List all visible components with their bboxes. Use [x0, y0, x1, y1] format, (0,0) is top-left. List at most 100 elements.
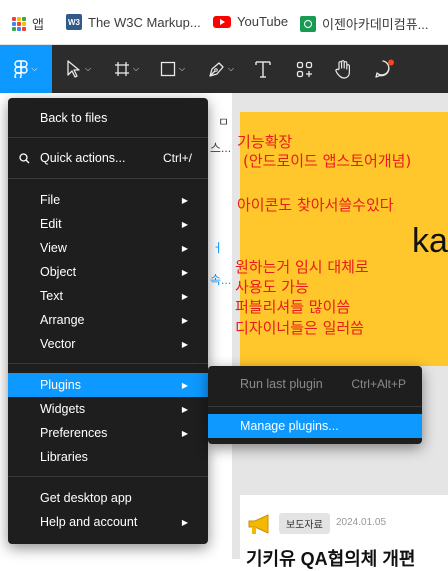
text-tool[interactable] [255, 45, 271, 93]
search-icon [19, 153, 30, 164]
hand-tool[interactable] [334, 45, 352, 93]
youtube-icon [213, 15, 231, 28]
pen-tool[interactable]: ⌵ [208, 45, 234, 93]
menu-divider [208, 406, 422, 407]
plugins-submenu: Run last plugin Ctrl+Alt+P Manage plugin… [208, 366, 422, 444]
pen-icon [209, 61, 224, 77]
menu-item-object[interactable]: Object ▶ [8, 260, 208, 284]
text-icon [255, 61, 271, 78]
menu-item-arrange[interactable]: Arrange ▶ [8, 308, 208, 332]
menu-item-label: Text [40, 289, 63, 303]
submenu-item-run-last-plugin[interactable]: Run last plugin Ctrl+Alt+P [208, 372, 422, 396]
menu-divider [8, 363, 208, 364]
canvas-note[interactable]: 퍼블리셔들 많이씀 [235, 296, 350, 317]
canvas-note[interactable]: 원하는거 임시 대체로 [235, 256, 369, 277]
bookmarks-bar: 앱 W3 The W3C Markup... YouTube 이젠아카데미컴퓨.… [0, 0, 448, 45]
menu-item-label: Get desktop app [40, 491, 132, 505]
move-tool[interactable]: ⌵ [66, 45, 91, 93]
menu-item-help-and-account[interactable]: Help and account ▶ [8, 510, 208, 534]
menu-item-text[interactable]: Text ▶ [8, 284, 208, 308]
canvas-note[interactable]: 아이콘도 찾아서쓸수있다 [237, 194, 394, 215]
menu-divider [8, 476, 208, 477]
news-title: 기키유 QA협의체 개편 [246, 549, 416, 569]
menu-item-desktop-app[interactable]: Get desktop app [8, 486, 208, 510]
canvas-note[interactable]: 기능확장 [237, 131, 292, 152]
menu-item-label: Help and account [40, 515, 138, 529]
menu-item-back-to-files[interactable]: Back to files [8, 106, 208, 130]
submenu-item-manage-plugins[interactable]: Manage plugins... [208, 414, 422, 438]
submenu-item-label: Run last plugin [240, 377, 323, 391]
menu-divider [8, 137, 208, 138]
bookmark-label: 이젠아카데미컴퓨... [322, 17, 429, 32]
comment-icon [375, 59, 394, 78]
bookmark-label: YouTube [237, 14, 289, 29]
menu-item-plugins[interactable]: Plugins ▶ [8, 373, 208, 397]
chevron-right-icon: ▶ [181, 339, 188, 349]
frame-icon [115, 62, 129, 76]
main-menu-button[interactable]: ⌵ [0, 45, 52, 93]
menu-divider [8, 178, 208, 179]
chevron-right-icon: ▶ [181, 315, 188, 325]
chevron-down-icon: ⌵ [179, 64, 186, 73]
chevron-right-icon: ▶ [181, 195, 188, 205]
brand-text: ka [412, 222, 448, 260]
bookmark-apps[interactable]: 앱 [12, 14, 44, 33]
chevron-right-icon: ▶ [181, 243, 188, 253]
frame-tool[interactable]: ⌵ [114, 45, 139, 93]
resources-tool[interactable] [296, 45, 313, 93]
panel-fragment: ㅁ [218, 115, 230, 129]
bookmark-label: The W3C Markup... [88, 14, 201, 30]
menu-item-label: Quick actions... [40, 151, 126, 165]
bookmark-label: 앱 [32, 17, 44, 32]
bookmark-w3c[interactable]: W3 The W3C Markup... [66, 14, 201, 30]
menu-item-edit[interactable]: Edit ▶ [8, 212, 208, 236]
canvas-note[interactable]: 사용도 가능 [235, 276, 309, 297]
chevron-right-icon: ▶ [181, 291, 188, 301]
menu-item-label: Object [40, 265, 77, 279]
menu-item-label: Libraries [40, 450, 88, 464]
resources-icon [296, 61, 313, 77]
comment-tool[interactable] [374, 45, 394, 93]
chevron-down-icon: ⌵ [133, 64, 140, 73]
apps-grid-icon [12, 16, 26, 31]
canvas-note[interactable]: (안드로이드 앱스토어개념) [243, 150, 411, 171]
panel-fragment: 속... [210, 273, 232, 287]
chevron-right-icon: ▶ [181, 267, 188, 277]
news-date: 2024.01.05 [336, 517, 387, 528]
menu-item-label: Back to files [40, 111, 108, 125]
bookmark-academy[interactable]: 이젠아카데미컴퓨... [300, 14, 429, 33]
bookmark-youtube[interactable]: YouTube [213, 14, 288, 29]
news-badge: 보도자료 [279, 513, 330, 534]
megaphone-icon [248, 514, 269, 534]
chevron-right-icon: ▶ [181, 219, 188, 229]
menu-item-label: Widgets [40, 402, 86, 416]
chevron-right-icon: ▶ [181, 428, 188, 438]
menu-item-label: Vector [40, 337, 76, 351]
menu-item-preferences[interactable]: Preferences ▶ [8, 421, 208, 445]
menu-item-quick-actions[interactable]: Quick actions... Ctrl+/ [8, 146, 208, 170]
menu-item-label: View [40, 241, 67, 255]
menu-item-label: Edit [40, 217, 62, 231]
w3c-icon: W3 [66, 14, 82, 30]
chevron-right-icon: ▶ [181, 380, 188, 390]
shortcut-label: Ctrl+/ [162, 151, 192, 165]
menu-item-file[interactable]: File ▶ [8, 188, 208, 212]
panel-fragment: ㅓ [212, 241, 224, 255]
hand-icon [335, 59, 350, 79]
menu-item-label: File [40, 193, 61, 207]
chevron-down-icon: ⌵ [85, 64, 92, 73]
chevron-down-icon: ⌵ [228, 64, 235, 73]
menu-item-libraries[interactable]: Libraries [8, 445, 208, 469]
academy-icon [300, 15, 316, 32]
canvas-note[interactable]: 디자이너들은 일러씀 [235, 317, 364, 338]
chevron-right-icon: ▶ [181, 517, 188, 527]
menu-item-label: Arrange [40, 313, 85, 327]
menu-item-label: Preferences [40, 426, 108, 440]
submenu-item-label: Manage plugins... [240, 419, 339, 433]
main-menu-dropdown: Back to files Quick actions... Ctrl+/ Fi… [8, 98, 208, 544]
chevron-down-icon: ⌵ [31, 64, 38, 73]
menu-item-view[interactable]: View ▶ [8, 236, 208, 260]
menu-item-vector[interactable]: Vector ▶ [8, 332, 208, 356]
menu-item-widgets[interactable]: Widgets ▶ [8, 397, 208, 421]
shape-tool[interactable]: ⌵ [160, 45, 185, 93]
